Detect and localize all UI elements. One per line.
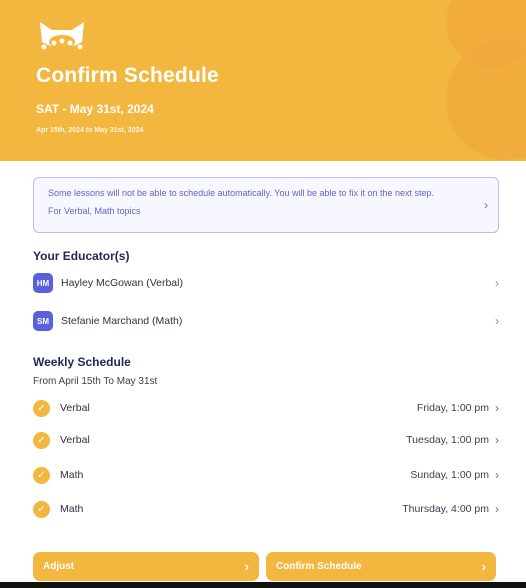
educator-row[interactable]: SM Stefanie Marchand (Math) › xyxy=(33,309,499,333)
schedule-subject: Verbal xyxy=(60,434,90,446)
check-circle-icon: ✓ xyxy=(33,500,50,518)
schedule-time: Friday, 1:00 pm xyxy=(416,402,489,414)
alert-message: Some lessons will not be able to schedul… xyxy=(48,188,435,198)
educator-name: Hayley McGowan (Verbal) xyxy=(61,277,183,289)
avatar: SM xyxy=(33,311,53,331)
chevron-right-icon: › xyxy=(495,433,499,447)
alert-topics: For Verbal, Math topics xyxy=(48,206,141,216)
chevron-right-icon: › xyxy=(495,276,499,290)
schedule-row[interactable]: ✓ Verbal Tuesday, 1:00 pm › xyxy=(33,428,499,452)
schedule-subject: Math xyxy=(60,503,84,515)
schedule-time: Tuesday, 1:00 pm xyxy=(406,434,489,446)
educators-heading: Your Educator(s) xyxy=(33,249,130,263)
avatar: HM xyxy=(33,273,53,293)
weekly-schedule-range: From April 15th To May 31st xyxy=(33,376,158,387)
schedule-row[interactable]: ✓ Verbal Friday, 1:00 pm › xyxy=(33,396,499,420)
schedule-subject: Math xyxy=(60,469,84,481)
chevron-right-icon: › xyxy=(484,198,488,212)
confirm-schedule-button[interactable]: Confirm Schedule › xyxy=(266,552,496,581)
selected-date: SAT - May 31st, 2024 xyxy=(36,102,154,116)
chevron-right-icon: › xyxy=(495,314,499,328)
header-banner: Confirm Schedule SAT - May 31st, 2024 Ap… xyxy=(0,0,526,161)
date-range: Apr 15th, 2024 to May 31st, 2024 xyxy=(36,127,144,134)
schedule-time: Sunday, 1:00 pm xyxy=(410,469,489,481)
chevron-right-icon: › xyxy=(244,559,249,574)
check-circle-icon: ✓ xyxy=(33,399,50,417)
schedule-row[interactable]: ✓ Math Sunday, 1:00 pm › xyxy=(33,463,499,487)
weekly-schedule-heading: Weekly Schedule xyxy=(33,355,131,369)
schedule-row[interactable]: ✓ Math Thursday, 4:00 pm › xyxy=(33,497,499,521)
check-circle-icon: ✓ xyxy=(33,431,50,449)
adjust-button[interactable]: Adjust › xyxy=(33,552,259,581)
educator-name: Stefanie Marchand (Math) xyxy=(61,315,183,327)
scheduling-alert[interactable]: Some lessons will not be able to schedul… xyxy=(33,177,499,233)
chevron-right-icon: › xyxy=(495,502,499,516)
educator-row[interactable]: HM Hayley McGowan (Verbal) › xyxy=(33,271,499,295)
check-circle-icon: ✓ xyxy=(33,466,50,484)
decor-circle xyxy=(446,40,526,160)
schedule-subject: Verbal xyxy=(60,402,90,414)
cat-face-logo-icon xyxy=(40,22,84,50)
bottom-edge xyxy=(0,582,526,588)
chevron-right-icon: › xyxy=(495,401,499,415)
adjust-button-label: Adjust xyxy=(43,561,75,572)
chevron-right-icon: › xyxy=(481,559,486,574)
confirm-button-label: Confirm Schedule xyxy=(276,561,362,572)
schedule-time: Thursday, 4:00 pm xyxy=(402,503,489,515)
chevron-right-icon: › xyxy=(495,468,499,482)
page-title: Confirm Schedule xyxy=(36,64,219,87)
